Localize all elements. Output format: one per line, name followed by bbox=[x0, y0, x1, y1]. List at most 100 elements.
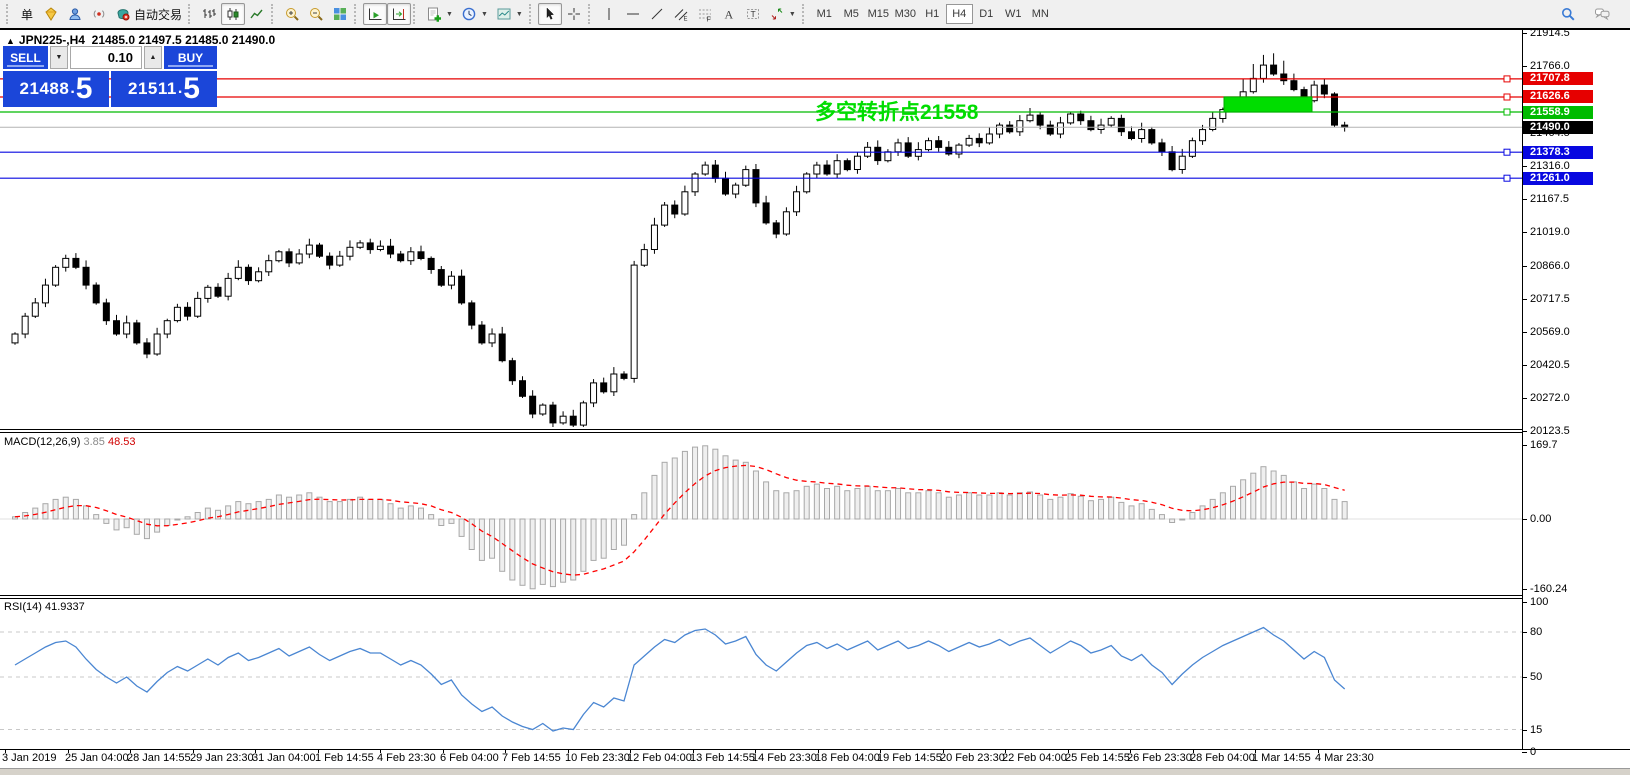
timeframe-h1[interactable]: H1 bbox=[919, 4, 946, 24]
cursor-button[interactable] bbox=[537, 3, 562, 25]
macd-tick-mark bbox=[1522, 589, 1527, 590]
bar-chart-icon bbox=[203, 9, 217, 18]
chevron-down-icon[interactable]: ▼ bbox=[516, 11, 523, 18]
timeframe-d1[interactable]: D1 bbox=[973, 4, 1000, 24]
price-level-badge: 21378.3 bbox=[1523, 146, 1593, 159]
timeframe-m30[interactable]: M30 bbox=[892, 4, 919, 24]
candlestick-button[interactable] bbox=[221, 3, 246, 25]
time-label: 18 Feb 04:00 bbox=[815, 752, 880, 764]
zoom-out-button[interactable] bbox=[304, 3, 328, 25]
timeframe-w1[interactable]: W1 bbox=[1000, 4, 1027, 24]
timeframe-m15[interactable]: M15 bbox=[865, 4, 892, 24]
macd-value-signal: 48.53 bbox=[107, 436, 136, 448]
hline-button[interactable] bbox=[621, 3, 645, 25]
line-chart-button[interactable] bbox=[245, 3, 269, 25]
text-button[interactable]: A bbox=[717, 3, 741, 25]
vline-icon bbox=[608, 8, 610, 20]
price-tick: 21167.5 bbox=[1530, 193, 1569, 205]
text-label-button[interactable]: T bbox=[741, 3, 765, 25]
rsi-name: RSI(14) bbox=[4, 601, 42, 613]
buy-price-main: 21511 bbox=[128, 79, 177, 98]
level-handle[interactable] bbox=[1503, 93, 1511, 101]
price-tick: 20717.5 bbox=[1530, 293, 1570, 305]
time-tick-mark bbox=[255, 749, 256, 753]
collapse-marker-icon[interactable]: ▲ bbox=[6, 36, 15, 46]
chat-button[interactable] bbox=[1590, 3, 1614, 25]
price-tick-mark bbox=[1522, 332, 1527, 333]
time-label: 1 Mar 14:55 bbox=[1252, 752, 1311, 764]
sell-price-sep: . bbox=[70, 80, 75, 97]
auto-scroll-button[interactable] bbox=[363, 3, 388, 25]
level-handle[interactable] bbox=[1503, 75, 1511, 83]
time-tick-mark bbox=[1005, 749, 1006, 753]
level-handle[interactable] bbox=[1503, 174, 1511, 182]
level-handle[interactable] bbox=[1503, 108, 1511, 116]
periods-button[interactable]: ▼ bbox=[457, 3, 492, 25]
time-label: 28 Feb 04:00 bbox=[1190, 752, 1255, 764]
trendline-icon bbox=[651, 8, 663, 20]
crosshair-button[interactable] bbox=[562, 3, 586, 25]
search-button[interactable] bbox=[1556, 3, 1580, 25]
fibonacci-button[interactable]: F bbox=[693, 3, 717, 25]
buy-button[interactable]: BUY bbox=[164, 46, 217, 69]
candlestick-series bbox=[11, 53, 1349, 427]
price-tick: 21316.0 bbox=[1530, 160, 1570, 172]
volume-decrease-button[interactable]: ▼ bbox=[50, 46, 68, 69]
timeframe-h4[interactable]: H4 bbox=[945, 4, 973, 24]
bar-chart-button[interactable] bbox=[197, 3, 221, 25]
price-chart-canvas[interactable]: 多空转折点21558 bbox=[0, 30, 1522, 749]
templates-button[interactable]: ▼ bbox=[492, 3, 527, 25]
new-order-button[interactable]: 单 bbox=[15, 3, 39, 25]
time-label: 28 Jan 14:55 bbox=[127, 752, 191, 764]
sell-price-frac: 5 bbox=[75, 72, 93, 105]
volume-input[interactable] bbox=[70, 46, 142, 69]
sell-price-display[interactable]: 21488 . 5 bbox=[3, 71, 109, 107]
supply-zone-rectangle[interactable] bbox=[1223, 96, 1313, 113]
chevron-down-icon[interactable]: ▼ bbox=[789, 11, 796, 18]
zoom-in-button[interactable] bbox=[280, 3, 304, 25]
price-tick: 20866.0 bbox=[1530, 260, 1570, 272]
pane-splitter-macd[interactable] bbox=[0, 429, 1522, 433]
macd-tick-mark bbox=[1522, 519, 1527, 520]
autotrade-icon bbox=[117, 9, 130, 21]
chart-shift-button[interactable] bbox=[387, 3, 412, 25]
time-label: 26 Feb 23:30 bbox=[1127, 752, 1192, 764]
channel-button[interactable]: E bbox=[669, 3, 693, 25]
signal-button[interactable] bbox=[87, 3, 111, 25]
rsi-axis-tick: 50 bbox=[1530, 671, 1543, 683]
chevron-down-icon[interactable]: ▼ bbox=[481, 11, 488, 18]
timeframe-m5[interactable]: M5 bbox=[838, 4, 865, 24]
time-tick-mark bbox=[818, 749, 819, 753]
fibonacci-icon: F bbox=[698, 9, 711, 23]
volume-increase-button[interactable]: ▲ bbox=[144, 46, 162, 69]
profile-button[interactable] bbox=[63, 3, 87, 25]
level-handle[interactable] bbox=[1503, 148, 1511, 156]
trendline-button[interactable] bbox=[645, 3, 669, 25]
svg-text:F: F bbox=[706, 17, 710, 23]
chevron-down-icon[interactable]: ▼ bbox=[446, 11, 453, 18]
price-level-badge: 21707.8 bbox=[1523, 72, 1593, 85]
pane-splitter-rsi[interactable] bbox=[0, 595, 1522, 599]
indicators-icon bbox=[428, 7, 442, 22]
sell-button[interactable]: SELL bbox=[3, 46, 48, 69]
time-tick-mark bbox=[880, 749, 881, 753]
arrows-button[interactable]: ▼ bbox=[765, 3, 800, 25]
time-label: 19 Feb 14:55 bbox=[877, 752, 942, 764]
timeframe-mn[interactable]: MN bbox=[1027, 4, 1054, 24]
pivot-annotation[interactable]: 多空转折点21558 bbox=[815, 100, 979, 124]
timeframe-m1[interactable]: M1 bbox=[811, 4, 838, 24]
gem-icon bbox=[45, 7, 57, 21]
toolbar-grip bbox=[413, 4, 418, 24]
time-label: 4 Mar 23:30 bbox=[1315, 752, 1374, 764]
time-label: 10 Feb 23:30 bbox=[565, 752, 630, 764]
one-click-trade-panel: SELL ▼ ▲ BUY 21488 . 5 21511 . 5 bbox=[3, 46, 217, 107]
toolbar-grip bbox=[6, 4, 11, 24]
gem-button[interactable] bbox=[39, 3, 63, 25]
svg-text:A: A bbox=[724, 8, 733, 22]
buy-price-display[interactable]: 21511 . 5 bbox=[111, 71, 217, 107]
vline-button[interactable] bbox=[597, 3, 621, 25]
template-icon bbox=[497, 8, 511, 20]
indicators-button[interactable]: ▼ bbox=[422, 3, 457, 25]
autotrade-button[interactable]: 自动交易 bbox=[111, 3, 186, 25]
tile-windows-button[interactable] bbox=[328, 3, 352, 25]
